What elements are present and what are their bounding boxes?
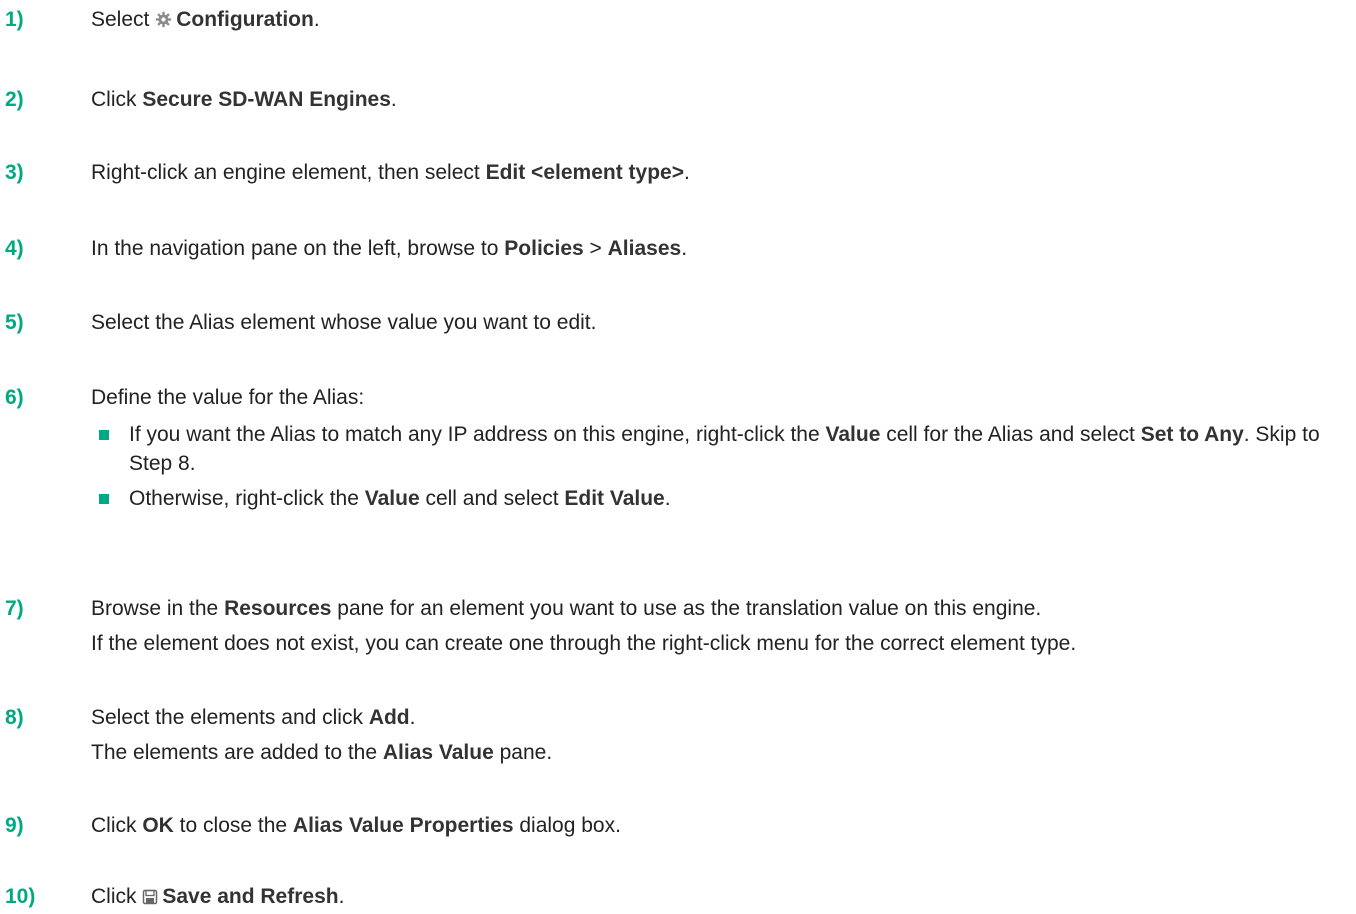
bullet-list: If you want the Alias to match any IP ad… [91,420,1352,513]
save-icon [142,884,158,914]
step-number: 7) [5,597,24,620]
ui-label: Resources [224,597,332,620]
ui-label: Value [364,487,420,510]
ui-label: Secure SD-WAN Engines [142,88,391,111]
bullet-marker [99,494,109,504]
step-text: Define the value for the Alias: If you w… [91,383,1352,519]
ui-label: Alias Value Properties [292,814,514,837]
step-number: 1) [5,8,24,31]
list-item: If you want the Alias to match any IP ad… [91,420,1352,478]
ui-label: OK [142,814,174,837]
step-note: The elements are added to the Alias Valu… [91,741,553,764]
step-text: Click Secure SD-WAN Engines. [91,88,397,111]
ui-label: Aliases [607,237,682,260]
step-text: Select Configuration. [91,5,1352,37]
step-note: If the element does not exist, you can c… [91,632,1077,655]
step-text: Select the Alias element whose value you… [91,311,597,334]
list-item: Otherwise, right-click the Value cell an… [91,484,1352,513]
ui-label: Value [825,423,881,446]
step-text: In the navigation pane on the left, brow… [91,237,688,260]
step-text: Browse in the Resources pane for an elem… [91,594,1352,659]
ui-label: Save and Refresh [162,885,339,908]
ui-label: Configuration [176,8,314,31]
gear-icon [155,7,172,37]
step-number: 9) [5,814,24,837]
procedure-document: 1) Select Configuration. 2) Click Secure… [0,0,1356,911]
bullet-marker [99,430,109,440]
step-text: Right-click an engine element, then sele… [91,161,690,184]
ui-label: Edit <element type> [485,161,684,184]
step-number: 6) [5,386,24,409]
ui-label: Alias Value [382,741,494,764]
step-number: 4) [5,237,24,260]
ui-label: Edit Value [564,487,665,510]
step-number: 10) [5,885,36,908]
step-number: 5) [5,311,24,334]
step-number: 8) [5,706,24,729]
ui-label: Add [368,706,410,729]
step-text: Click Save and Refresh. [91,882,1352,914]
step-text: Select the elements and click Add. The e… [91,703,1352,768]
ui-label: Set to Any [1140,423,1244,446]
step-text: Click OK to close the Alias Value Proper… [91,814,621,837]
ui-label: Policies [504,237,584,260]
step-number: 3) [5,161,24,184]
step-number: 2) [5,88,24,111]
